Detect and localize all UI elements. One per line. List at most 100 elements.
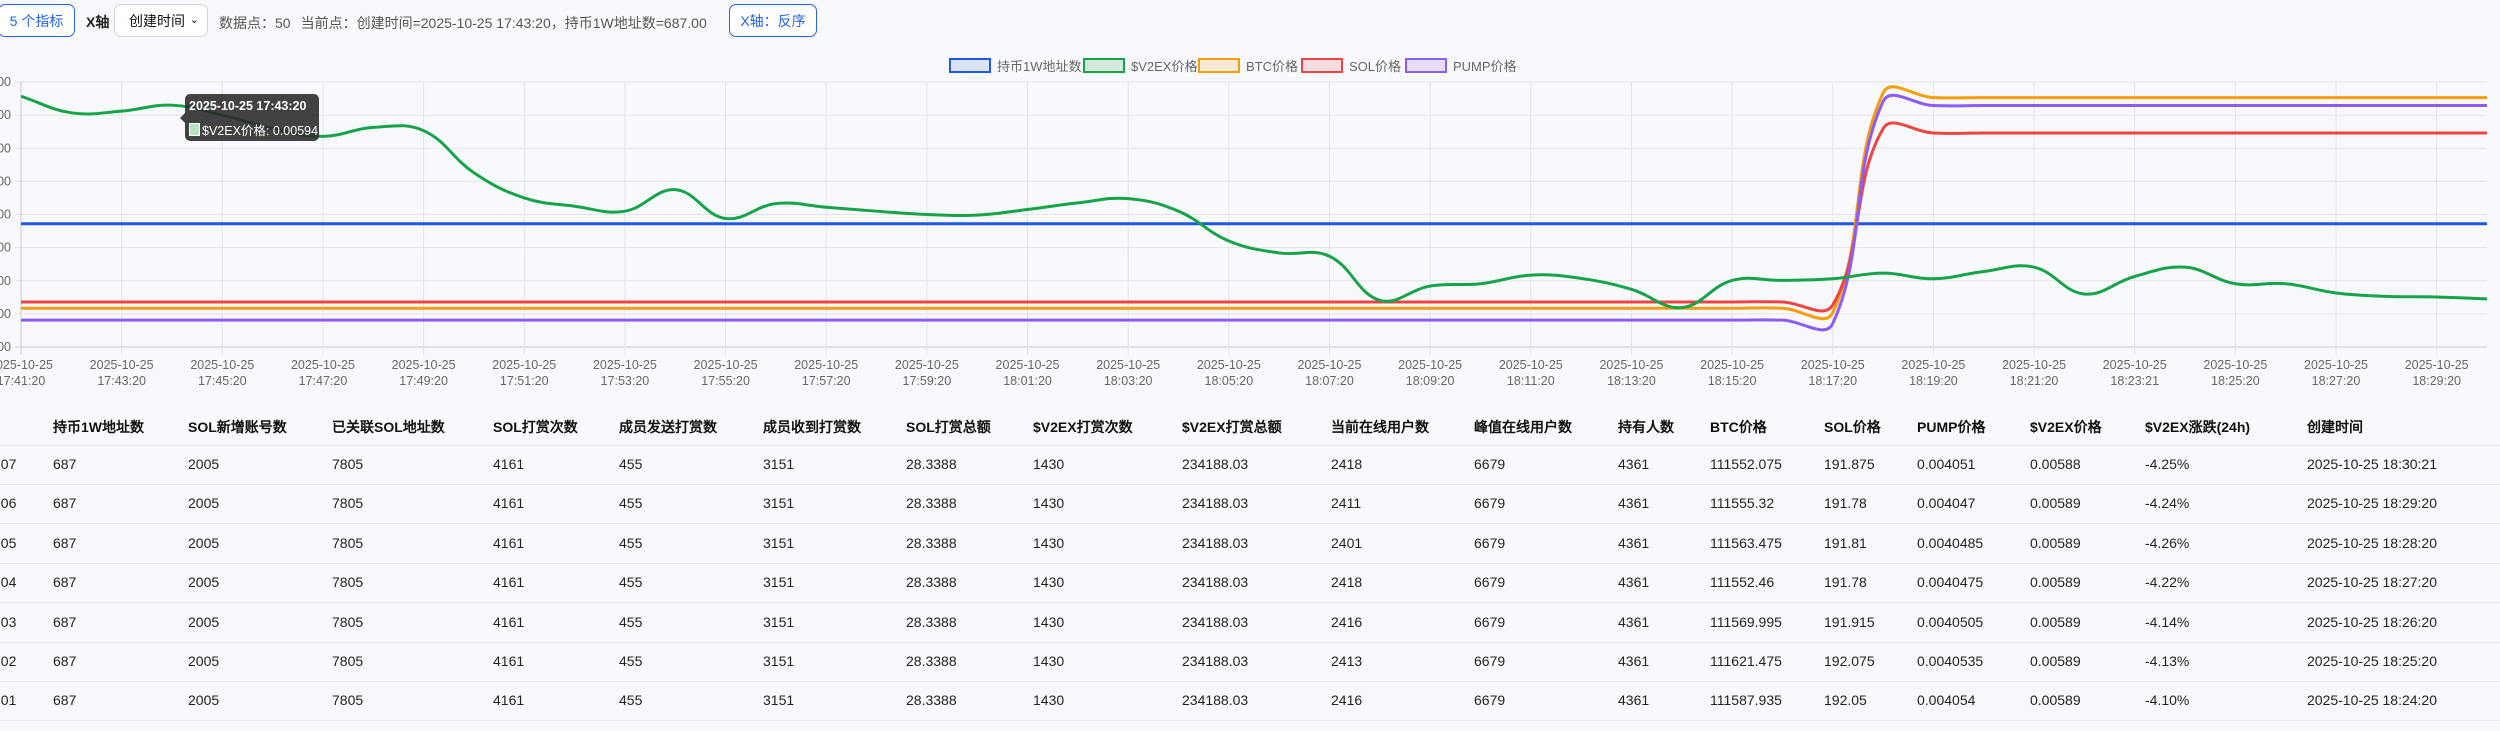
table-cell: 4361 — [1618, 456, 1650, 472]
table-cell: 4361 — [1618, 534, 1650, 551]
table-cell: -4.26% — [2145, 534, 2190, 551]
table-cell: 3151 — [763, 574, 795, 591]
tooltip-row: $V2EX价格: 0.00594 — [189, 120, 318, 139]
table-cell: 2416 — [1331, 613, 1363, 630]
table-cell: 455 — [619, 613, 643, 630]
table-cell: 2005 — [188, 653, 220, 669]
table-cell: 455 — [619, 692, 643, 709]
row-divider — [0, 720, 2500, 721]
table-cell: 3151 — [763, 653, 795, 669]
table-cell: 1430 — [1033, 456, 1065, 472]
table-cell: 4361 — [1618, 495, 1650, 512]
x-tick-label-date: 2025-10-25 — [2203, 358, 2267, 372]
table-cell: 4161 — [493, 574, 525, 591]
table-cell: 2005 — [188, 534, 220, 551]
x-tick-label-date: 2025-10-25 — [190, 358, 254, 372]
table-cell: 0.0040475 — [1917, 574, 1984, 591]
table-cell: 0.0040485 — [1917, 534, 1984, 551]
table-cell: 28.3388 — [906, 495, 957, 512]
x-tick-label-date: 2025-10-25 — [794, 358, 858, 372]
table-cell: 111587.935 — [1710, 692, 1782, 709]
x-tick-label-date: 2025-10-25 — [1599, 358, 1663, 372]
x-tick-label-date: 2025-10-25 — [1801, 358, 1865, 372]
x-tick-label-date: 2025-10-25 — [2103, 358, 2167, 372]
tooltip-value: $V2EX价格: 0.00594 — [202, 124, 319, 138]
table-cell: 7805 — [332, 613, 364, 630]
table-cell: -4.14% — [2145, 613, 2190, 630]
x-tick-label-date: 2025-10-25 — [1197, 358, 1261, 372]
table-cell: 7805 — [332, 456, 364, 472]
row-divider — [0, 602, 2500, 603]
y-tick-label: 00 — [0, 174, 11, 188]
table-cell: 4361 — [1618, 574, 1650, 591]
line-chart: 00 00 00 00 00 00 00 00 00 2025-10-25 17:41:20 2025… — [0, 75, 2488, 388]
table-cell: 28.3388 — [906, 574, 957, 591]
table-cell: 7805 — [332, 534, 364, 551]
table-cell: 6679 — [1474, 456, 1506, 472]
table-cell: 2025-10-25 18:29:20 — [2307, 495, 2437, 512]
tooltip-title: 2025-10-25 17:43:20 — [189, 99, 307, 113]
y-tick-label: 00 — [0, 241, 11, 255]
table-cell: 2401 — [1331, 534, 1363, 551]
table-cell: 1430 — [1033, 653, 1065, 669]
y-tick-label: 00 — [0, 108, 11, 122]
table-cell: 2413 — [1331, 653, 1363, 669]
table-cell: 7805 — [332, 495, 364, 512]
x-tick-label-date: 2025-10-25 — [1901, 358, 1965, 372]
table-cell: 6679 — [1474, 495, 1506, 512]
x-tick-label-date: 2025-10-25 — [2405, 358, 2469, 372]
table-cell: 2025-10-25 18:27:20 — [2307, 574, 2437, 591]
table-cell: 192.05 — [1824, 692, 1867, 709]
x-tick-label-time: 18:25:20 — [2211, 374, 2260, 388]
x-tick-label-date: 2025-10-25 — [90, 358, 154, 372]
y-tick-label: 00 — [0, 274, 11, 288]
table-cell: 3151 — [763, 495, 795, 512]
column-header: 持有人数 — [1618, 419, 1674, 435]
table-cell: 4361 — [1618, 653, 1650, 669]
table-cell: 687 — [53, 534, 77, 551]
table-cell: 706 — [0, 495, 17, 512]
table-cell: 191.78 — [1824, 574, 1867, 591]
table-cell: 1430 — [1033, 534, 1065, 551]
table-cell: 111621.475 — [1710, 653, 1782, 669]
table-cell: 28.3388 — [906, 653, 957, 669]
table-cell: 0.004047 — [1917, 495, 1976, 512]
row-divider — [0, 445, 2500, 446]
table-cell: 111552.075 — [1710, 456, 1782, 472]
x-tick-label-time: 17:57:20 — [802, 374, 851, 388]
x-tick-label-date: 2025-10-25 — [1096, 358, 1160, 372]
column-header: 成员发送打赏数 — [619, 419, 717, 435]
table-cell: 4161 — [493, 456, 525, 472]
x-tick-label-time: 18:07:20 — [1305, 374, 1354, 388]
x-tick-label-time: 18:09:20 — [1406, 374, 1455, 388]
table-cell: 687 — [53, 653, 77, 669]
x-tick-label-date: 2025-10-25 — [996, 358, 1060, 372]
x-tick-label-time: 18:27:20 — [2312, 374, 2361, 388]
table-cell: 0.00589 — [2030, 574, 2081, 591]
x-tick-label-time: 17:59:20 — [903, 374, 952, 388]
x-tick-label-time: 17:51:20 — [500, 374, 549, 388]
table-cell: 4161 — [493, 495, 525, 512]
x-tick-label-date: 2025-10-25 — [0, 358, 53, 372]
column-header: $V2EX打赏次数 — [1033, 419, 1133, 435]
x-tick-label-date: 2025-10-25 — [2304, 358, 2368, 372]
row-divider — [0, 642, 2500, 643]
column-header: SOL打赏次数 — [493, 419, 578, 435]
table-cell: 7805 — [332, 653, 364, 669]
row-divider — [0, 484, 2500, 485]
table-cell: 6679 — [1474, 653, 1506, 669]
table-cell: 1430 — [1033, 495, 1065, 512]
y-tick-label: 00 — [0, 75, 11, 89]
table-cell: 2416 — [1331, 692, 1363, 709]
chart-tooltip: 2025-10-25 17:43:20 $V2EX价格: 0.00594 — [180, 94, 319, 141]
table-cell: 2005 — [188, 574, 220, 591]
table-cell: 111555.32 — [1710, 495, 1775, 512]
table-cell: 455 — [619, 574, 643, 591]
x-tick-label-time: 18:17:20 — [1808, 374, 1857, 388]
table-cell: 7805 — [332, 692, 364, 709]
table-cell: -4.22% — [2145, 574, 2190, 591]
table-cell: 6679 — [1474, 692, 1506, 709]
table-cell: 1430 — [1033, 613, 1065, 630]
row-divider — [0, 523, 2500, 524]
table-cell: 1430 — [1033, 574, 1065, 591]
